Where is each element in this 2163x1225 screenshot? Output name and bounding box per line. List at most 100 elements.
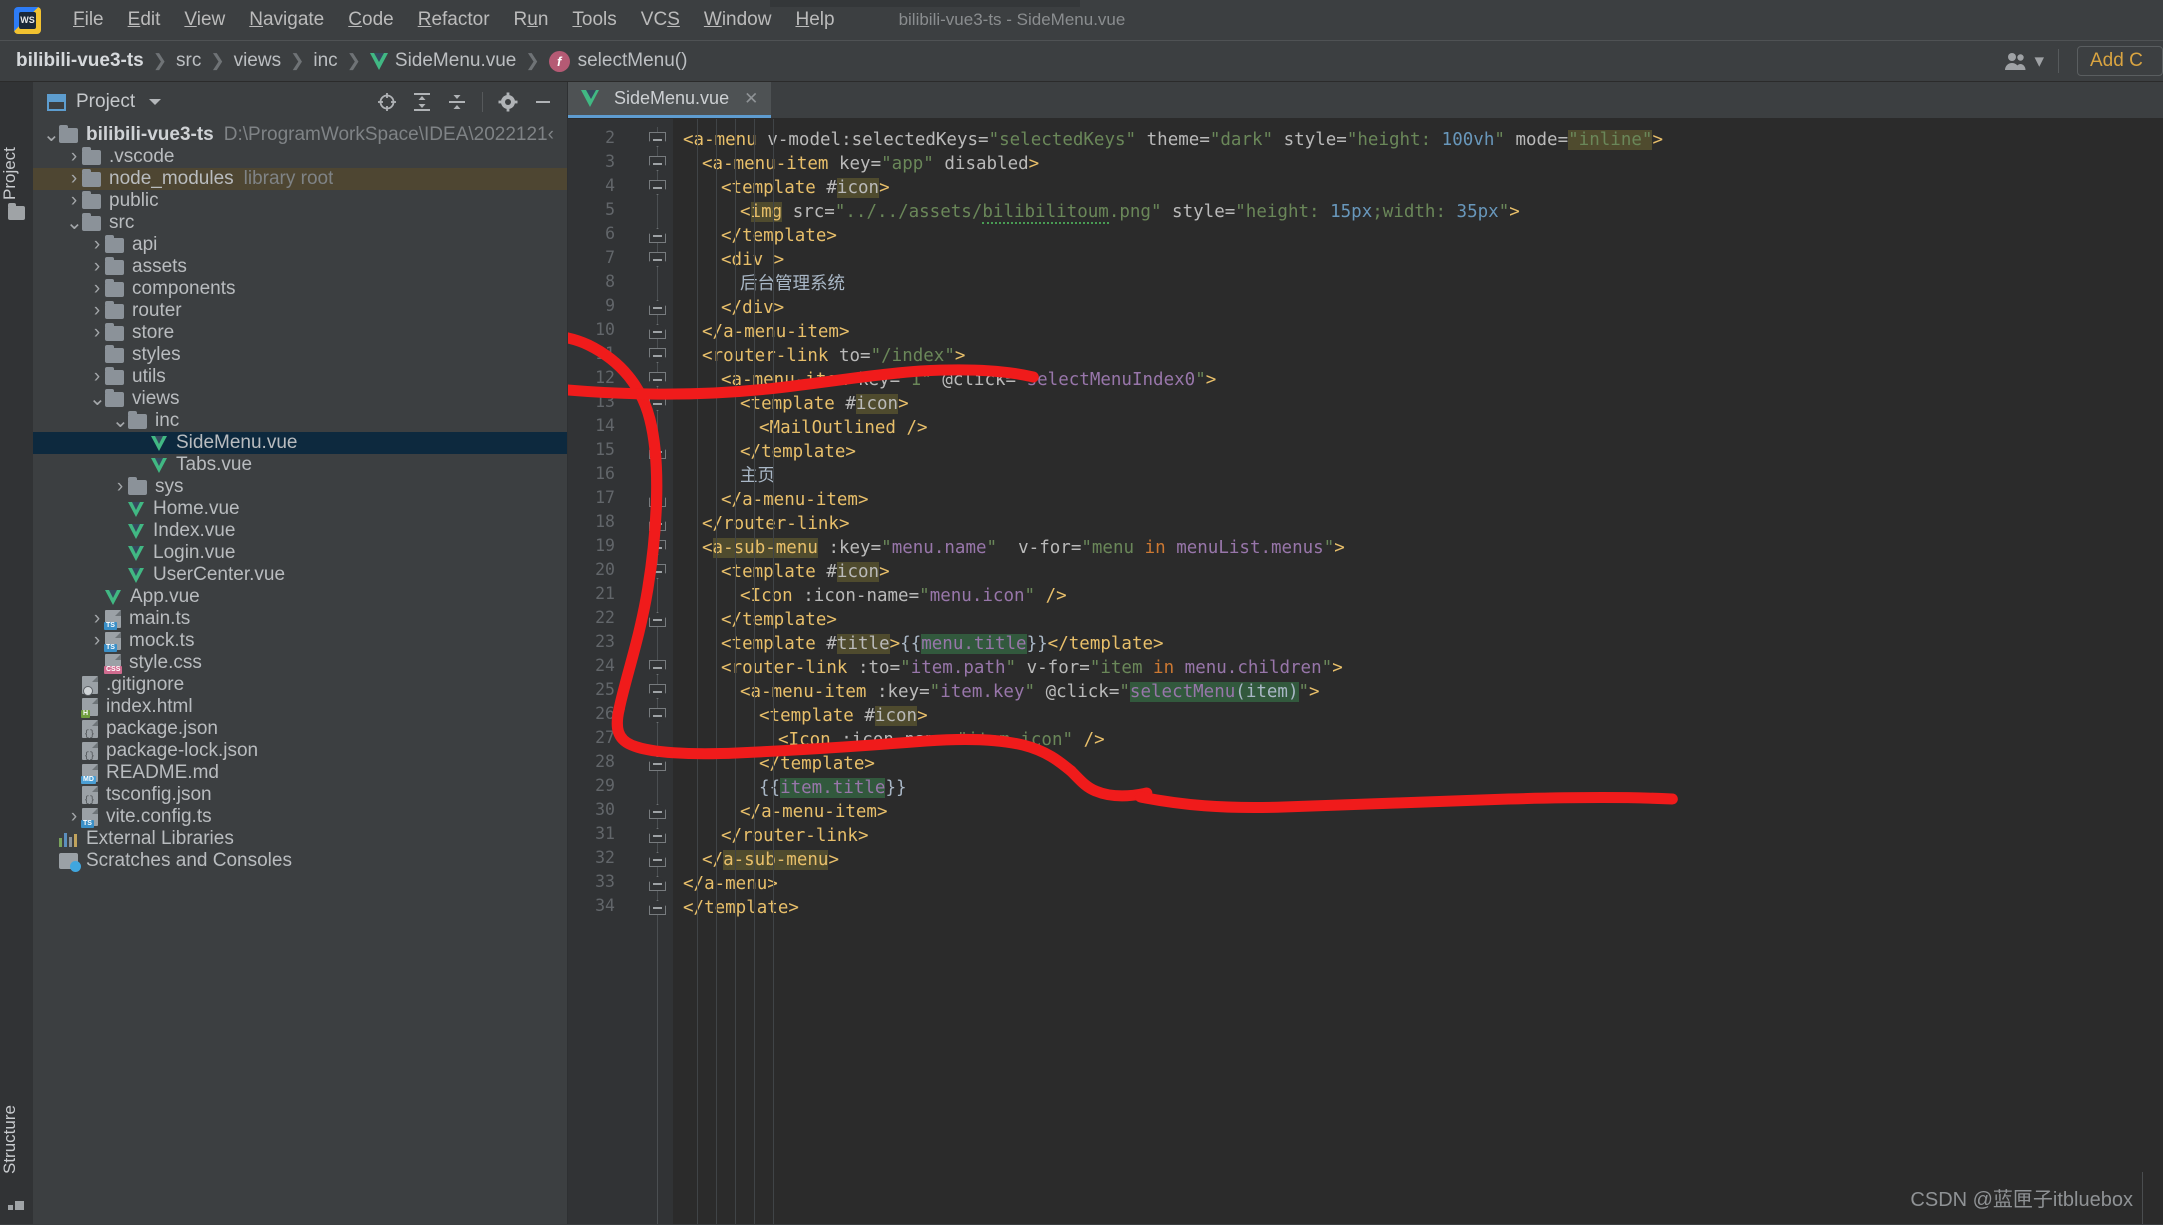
breadcrumb-item-src[interactable]: src	[176, 50, 201, 72]
code-line[interactable]: </template>	[683, 608, 837, 632]
fold-expand-icon[interactable]	[649, 684, 666, 699]
tree-node-api[interactable]: ›api	[33, 234, 567, 256]
code-line[interactable]: <a-menu-item :key="item.key" @click="sel…	[683, 680, 1320, 704]
chevron-right-icon[interactable]: ›	[89, 278, 105, 300]
code-line[interactable]: </a-sub-menu>	[683, 848, 839, 872]
hide-panel-icon[interactable]	[533, 92, 553, 112]
fold-collapse-icon[interactable]	[649, 492, 666, 507]
code-line[interactable]: <MailOutlined />	[683, 416, 928, 440]
chevron-right-icon[interactable]: ›	[66, 146, 82, 168]
tree-node-inc[interactable]: ⌄inc	[33, 410, 567, 432]
code-line[interactable]: </template>	[683, 440, 856, 464]
chevron-right-icon[interactable]: ›	[89, 366, 105, 388]
code-line[interactable]: </template>	[683, 752, 875, 776]
chevron-right-icon[interactable]: ›	[112, 476, 128, 498]
fold-expand-icon[interactable]	[649, 564, 666, 579]
code-line[interactable]: <Icon :icon-name="item.icon" />	[683, 728, 1105, 752]
code-text[interactable]: <a-menu v-model:selectedKeys="selectedKe…	[673, 119, 2163, 1224]
user-dropdown-caret-icon[interactable]: ▾	[2034, 50, 2044, 73]
tree-node-package-json[interactable]: package.json	[33, 718, 567, 740]
chevron-right-icon[interactable]: ›	[66, 806, 82, 828]
tree-node-vite-config-ts[interactable]: ›TSvite.config.ts	[33, 806, 567, 828]
fold-expand-icon[interactable]	[649, 708, 666, 723]
folder-strip-icon[interactable]	[8, 206, 25, 220]
fold-collapse-icon[interactable]	[649, 804, 666, 819]
code-line[interactable]: <a-menu v-model:selectedKeys="selectedKe…	[683, 128, 1663, 152]
fold-collapse-icon[interactable]	[649, 324, 666, 339]
code-line[interactable]: <router-link :to="item.path" v-for="item…	[683, 656, 1343, 680]
tree-node-index-html[interactable]: Hindex.html	[33, 696, 567, 718]
breadcrumb-item-views[interactable]: views	[234, 50, 282, 72]
chevron-right-icon[interactable]: ›	[89, 300, 105, 322]
breadcrumb-item-inc[interactable]: inc	[313, 50, 337, 72]
tree-node-external-libraries[interactable]: External Libraries	[33, 828, 567, 850]
code-line[interactable]: </a-menu-item>	[683, 488, 869, 512]
menu-view[interactable]: View	[172, 7, 237, 33]
tree-node-app-vue[interactable]: App.vue	[33, 586, 567, 608]
fold-expand-icon[interactable]	[649, 372, 666, 387]
fold-expand-icon[interactable]	[649, 252, 666, 267]
menu-navigate[interactable]: Navigate	[237, 7, 336, 33]
editor-tab-sidemenu[interactable]: SideMenu.vue ✕	[568, 82, 771, 118]
tree-node-tsconfig-json[interactable]: tsconfig.json	[33, 784, 567, 806]
code-line[interactable]: 后台管理系统	[683, 272, 845, 296]
settings-gear-icon[interactable]	[498, 92, 518, 112]
tree-node-assets[interactable]: ›assets	[33, 256, 567, 278]
code-line[interactable]: </template>	[683, 896, 799, 920]
menu-tools[interactable]: Tools	[560, 7, 628, 33]
chevron-down-icon[interactable]: ⌄	[43, 130, 59, 140]
tree-node-sidemenu-vue[interactable]: SideMenu.vue	[33, 432, 567, 454]
tree-node-styles[interactable]: styles	[33, 344, 567, 366]
tree-node-components[interactable]: ›components	[33, 278, 567, 300]
chevron-right-icon[interactable]: ›	[66, 168, 82, 190]
tree-node-store[interactable]: ›store	[33, 322, 567, 344]
code-line[interactable]: <a-sub-menu :key="menu.name" v-for="menu…	[683, 536, 1345, 560]
fold-collapse-icon[interactable]	[649, 756, 666, 771]
code-line[interactable]: <template #icon>	[683, 176, 890, 200]
tree-node-sys[interactable]: ›sys	[33, 476, 567, 498]
tree-node--gitignore[interactable]: .gitignore	[33, 674, 567, 696]
vcs-user-icon[interactable]: ▾	[1990, 50, 2058, 73]
tool-window-tab-structure[interactable]: Structure	[0, 1044, 33, 1174]
menu-help[interactable]: Help	[783, 7, 846, 33]
fold-collapse-icon[interactable]	[649, 300, 666, 315]
chevron-right-icon[interactable]: ›	[89, 608, 105, 630]
code-line[interactable]: <template #icon>	[683, 704, 928, 728]
editor-gutter[interactable]: 2345678910111213141516171819202122232425…	[568, 119, 673, 1224]
close-icon[interactable]: ✕	[744, 89, 758, 109]
tree-node-node-modules[interactable]: ›node_moduleslibrary root	[33, 168, 567, 190]
tool-window-tab-project[interactable]: Project	[0, 90, 33, 200]
chevron-right-icon[interactable]: ›	[89, 322, 105, 344]
chevron-right-icon[interactable]: ›	[89, 256, 105, 278]
fold-expand-icon[interactable]	[649, 540, 666, 555]
tree-node-src[interactable]: ⌄src	[33, 212, 567, 234]
code-line[interactable]: </router-link>	[683, 824, 869, 848]
menu-file[interactable]: File	[61, 7, 116, 33]
chevron-right-icon[interactable]: ›	[89, 234, 105, 256]
menu-code[interactable]: Code	[336, 7, 405, 33]
fold-collapse-icon[interactable]	[649, 876, 666, 891]
breadcrumb-item-file[interactable]: SideMenu.vue	[395, 50, 516, 72]
code-line[interactable]: <div >	[683, 248, 784, 272]
tree-node--vscode[interactable]: ›.vscode	[33, 146, 567, 168]
tree-node-package-lock-json[interactable]: package-lock.json	[33, 740, 567, 762]
fold-collapse-icon[interactable]	[649, 900, 666, 915]
code-line[interactable]: <template #icon>	[683, 560, 890, 584]
code-line[interactable]: </div>	[683, 296, 784, 320]
tree-node-router[interactable]: ›router	[33, 300, 567, 322]
tree-node-readme-md[interactable]: MDREADME.md	[33, 762, 567, 784]
chevron-right-icon[interactable]: ›	[89, 630, 105, 652]
add-configuration-button[interactable]: Add C	[2077, 46, 2163, 76]
code-line[interactable]: <router-link to="/index">	[683, 344, 965, 368]
chevron-down-icon[interactable]: ⌄	[66, 218, 82, 228]
fold-expand-icon[interactable]	[649, 348, 666, 363]
fold-collapse-icon[interactable]	[649, 444, 666, 459]
locate-icon[interactable]	[377, 92, 397, 112]
tree-node-main-ts[interactable]: ›TSmain.ts	[33, 608, 567, 630]
code-viewport[interactable]: 2345678910111213141516171819202122232425…	[568, 119, 2163, 1224]
menu-vcs[interactable]: VCS	[629, 7, 692, 33]
code-line[interactable]: </template>	[683, 224, 837, 248]
tree-node-scratches-and-consoles[interactable]: Scratches and Consoles	[33, 850, 567, 872]
collapse-all-icon[interactable]	[447, 92, 467, 112]
project-view-chevron-down-icon[interactable]	[149, 99, 161, 105]
